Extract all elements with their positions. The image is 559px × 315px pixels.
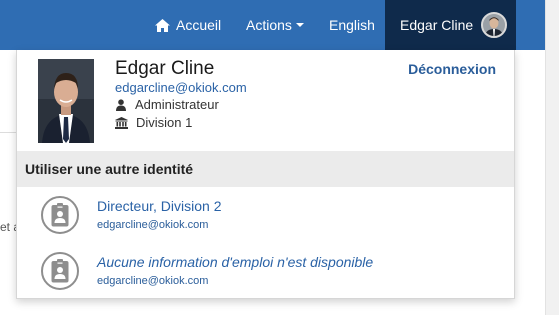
nav-user-menu[interactable]: Edgar Cline — [385, 0, 516, 50]
nav-language-link[interactable]: English — [329, 0, 375, 50]
profile-name: Edgar Cline — [115, 58, 215, 79]
divider — [0, 132, 16, 133]
nav-actions-label: Actions — [246, 17, 292, 33]
institution-icon — [115, 116, 128, 129]
nav-language-label: English — [329, 17, 375, 33]
nav-home-label: Accueil — [176, 17, 222, 33]
user-icon — [116, 98, 126, 111]
profile-role: Administrateur — [115, 97, 219, 112]
background-page: et a — [0, 50, 20, 315]
home-icon — [155, 18, 170, 32]
profile-email: edgarcline@okiok.com — [115, 80, 247, 95]
id-badge-icon — [41, 196, 79, 234]
profile-division: Division 1 — [115, 115, 192, 130]
avatar — [481, 12, 508, 38]
switch-identity-heading: Utiliser une autre identité — [17, 151, 514, 187]
user-dropdown-panel: Edgar Cline edgarcline@okiok.com Adminis… — [16, 50, 515, 299]
scrollbar[interactable] — [545, 0, 559, 315]
identity-option[interactable]: Aucune information d'emploi n'est dispon… — [17, 247, 514, 299]
profile-photo — [38, 59, 94, 143]
identity-email: edgarcline@okiok.com — [97, 219, 209, 231]
profile-division-label: Division 1 — [136, 115, 193, 130]
profile-role-label: Administrateur — [135, 97, 219, 112]
nav-user-label: Edgar Cline — [400, 17, 474, 33]
identity-option[interactable]: Directeur, Division 2 edgarcline@okiok.c… — [17, 191, 514, 243]
identity-title: Directeur, Division 2 — [97, 198, 222, 214]
nav-actions-dropdown[interactable]: Actions — [246, 0, 304, 50]
logout-link[interactable]: Déconnexion — [408, 61, 496, 77]
navbar: Accueil Actions English Edgar Cline — [0, 0, 545, 50]
caret-down-icon — [295, 23, 304, 27]
id-badge-icon — [41, 252, 79, 290]
identity-title: Aucune information d'emploi n'est dispon… — [97, 254, 374, 270]
identity-email: edgarcline@okiok.com — [97, 275, 209, 287]
nav-home-link[interactable]: Accueil — [155, 0, 221, 50]
